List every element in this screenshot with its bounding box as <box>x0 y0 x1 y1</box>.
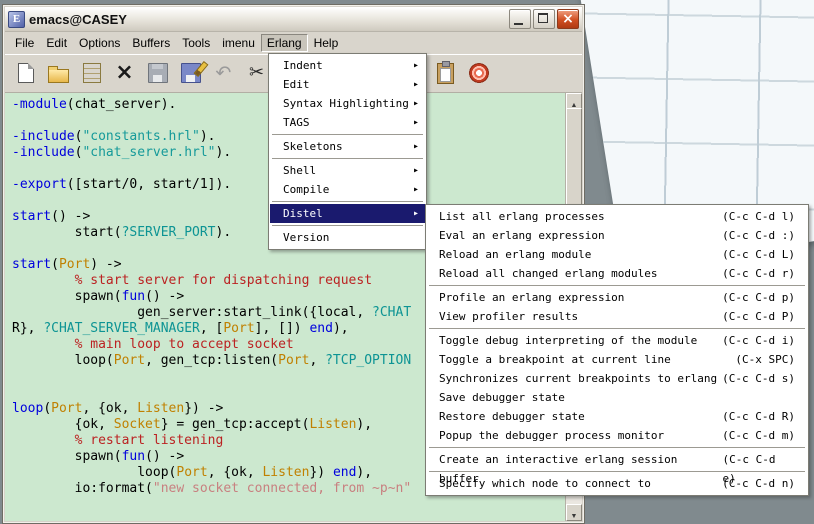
minimize-icon <box>514 23 523 25</box>
close-buffer-icon[interactable] <box>112 61 137 86</box>
submenu-arrow-icon: ▸ <box>412 208 419 219</box>
menu-item-skeletons[interactable]: Skeletons ▸ <box>270 137 425 156</box>
open-folder-icon[interactable] <box>46 61 71 86</box>
menu-item-toggle-debug-interpreting-of-the-module[interactable]: Toggle debug interpreting of the module(… <box>427 331 807 350</box>
titlebar[interactable]: E emacs@CASEY <box>5 7 582 32</box>
scrollbar-thumb[interactable] <box>566 108 582 205</box>
toolbar-right <box>433 54 491 92</box>
submenu-arrow-icon: ▸ <box>412 79 419 90</box>
menubar-item-options[interactable]: Options <box>73 34 126 52</box>
menu-separator <box>429 285 805 287</box>
menubar-item-help[interactable]: Help <box>308 34 345 52</box>
menu-item-compile[interactable]: Compile ▸ <box>270 180 425 199</box>
submenu-arrow-icon: ▸ <box>412 117 419 128</box>
menu-item-synchronizes-current-breakpoints-to-erlang[interactable]: Synchronizes current breakpoints to erla… <box>427 369 807 388</box>
menu-item-eval-an-erlang-expression[interactable]: Eval an erlang expression (C-c C-d :) <box>427 226 807 245</box>
menu-item-shell[interactable]: Shell ▸ <box>270 161 425 180</box>
down-arrow-icon: ▼ <box>570 513 578 520</box>
toolbar-left <box>13 54 269 92</box>
close-icon <box>558 10 578 28</box>
menu-item-toggle-a-breakpoint-at-current-line[interactable]: Toggle a breakpoint at current line (C-x … <box>427 350 807 369</box>
distel-menu: List all erlang processes (C-c C-d l) Eval… <box>425 204 809 496</box>
menu-separator <box>429 447 805 449</box>
menu-separator <box>272 158 423 160</box>
maximize-button[interactable] <box>533 9 555 29</box>
menubar-item-imenu[interactable]: imenu <box>216 34 261 52</box>
preferences-icon[interactable] <box>466 61 491 86</box>
cut-icon[interactable] <box>244 61 269 86</box>
menu-separator <box>272 225 423 227</box>
menu-item-indent[interactable]: Indent ▸ <box>270 56 425 75</box>
menu-item-reload-all-changed-erlang-modules[interactable]: Reload all changed erlang modules (C-c C-… <box>427 264 807 283</box>
new-file-icon[interactable] <box>13 61 38 86</box>
menubar-item-buffers[interactable]: Buffers <box>126 34 176 52</box>
emacs-icon[interactable]: E <box>8 10 25 28</box>
submenu-arrow-icon: ▸ <box>412 165 419 176</box>
submenu-arrow-icon: ▸ <box>412 141 419 152</box>
scroll-down-button[interactable]: ▼ <box>566 504 582 521</box>
menu-item-view-profiler-results[interactable]: View profiler results (C-c C-d P) <box>427 307 807 326</box>
submenu-arrow-icon: ▸ <box>412 60 419 71</box>
submenu-arrow-icon: ▸ <box>412 184 419 195</box>
close-button[interactable] <box>557 9 579 29</box>
menu-item-reload-an-erlang-module[interactable]: Reload an erlang module (C-c C-d L) <box>427 245 807 264</box>
menubar-item-edit[interactable]: Edit <box>40 34 73 52</box>
erlang-menu: Indent ▸ Edit ▸ Syntax Highlighting ▸ TAGS ▸ Ske… <box>268 53 427 250</box>
menubar-item-erlang[interactable]: Erlang <box>260 34 308 52</box>
menu-item-save-debugger-state[interactable]: Save debugger state <box>427 388 807 407</box>
paste-icon[interactable] <box>433 60 458 86</box>
menu-item-create-an-interactive-erlang-session-buffer[interactable]: Create an interactive erlang session buf… <box>427 450 807 485</box>
menu-item-version[interactable]: Version <box>270 228 425 247</box>
menu-item-distel[interactable]: Distel ▸ <box>270 204 425 223</box>
dired-icon[interactable] <box>79 61 104 86</box>
menu-item-popup-the-debugger-process-monitor[interactable]: Popup the debugger process monitor (C-c C… <box>427 426 807 445</box>
window-title: emacs@CASEY <box>29 11 127 27</box>
menubar-item-file[interactable]: File <box>9 34 40 52</box>
menu-item-tags[interactable]: TAGS ▸ <box>270 113 425 132</box>
window-controls <box>509 9 579 29</box>
menu-separator <box>429 328 805 330</box>
menu-separator <box>272 134 423 136</box>
menu-separator <box>272 201 423 203</box>
menu-item-specify-which-node-to-connect-to[interactable]: Specify which node to connect to (C-c C-d… <box>427 474 807 493</box>
save-as-icon[interactable] <box>178 61 203 86</box>
menu-separator <box>429 471 805 473</box>
menubar: File Edit Options Buffers Tools imenu Erlang He… <box>5 32 582 54</box>
menubar-item-tools[interactable]: Tools <box>176 34 216 52</box>
undo-icon[interactable] <box>211 61 236 86</box>
submenu-arrow-icon: ▸ <box>412 98 419 109</box>
menu-item-edit[interactable]: Edit ▸ <box>270 75 425 94</box>
minimize-button[interactable] <box>509 9 531 29</box>
menu-item-profile-an-erlang-expression[interactable]: Profile an erlang expression (C-c C-d p) <box>427 288 807 307</box>
menu-item-list-all-erlang-processes[interactable]: List all erlang processes (C-c C-d l) <box>427 207 807 226</box>
menu-item-syntax-highlighting[interactable]: Syntax Highlighting ▸ <box>270 94 425 113</box>
save-icon[interactable] <box>145 61 170 86</box>
maximize-icon <box>538 13 548 23</box>
menu-item-restore-debugger-state[interactable]: Restore debugger state (C-c C-d R) <box>427 407 807 426</box>
